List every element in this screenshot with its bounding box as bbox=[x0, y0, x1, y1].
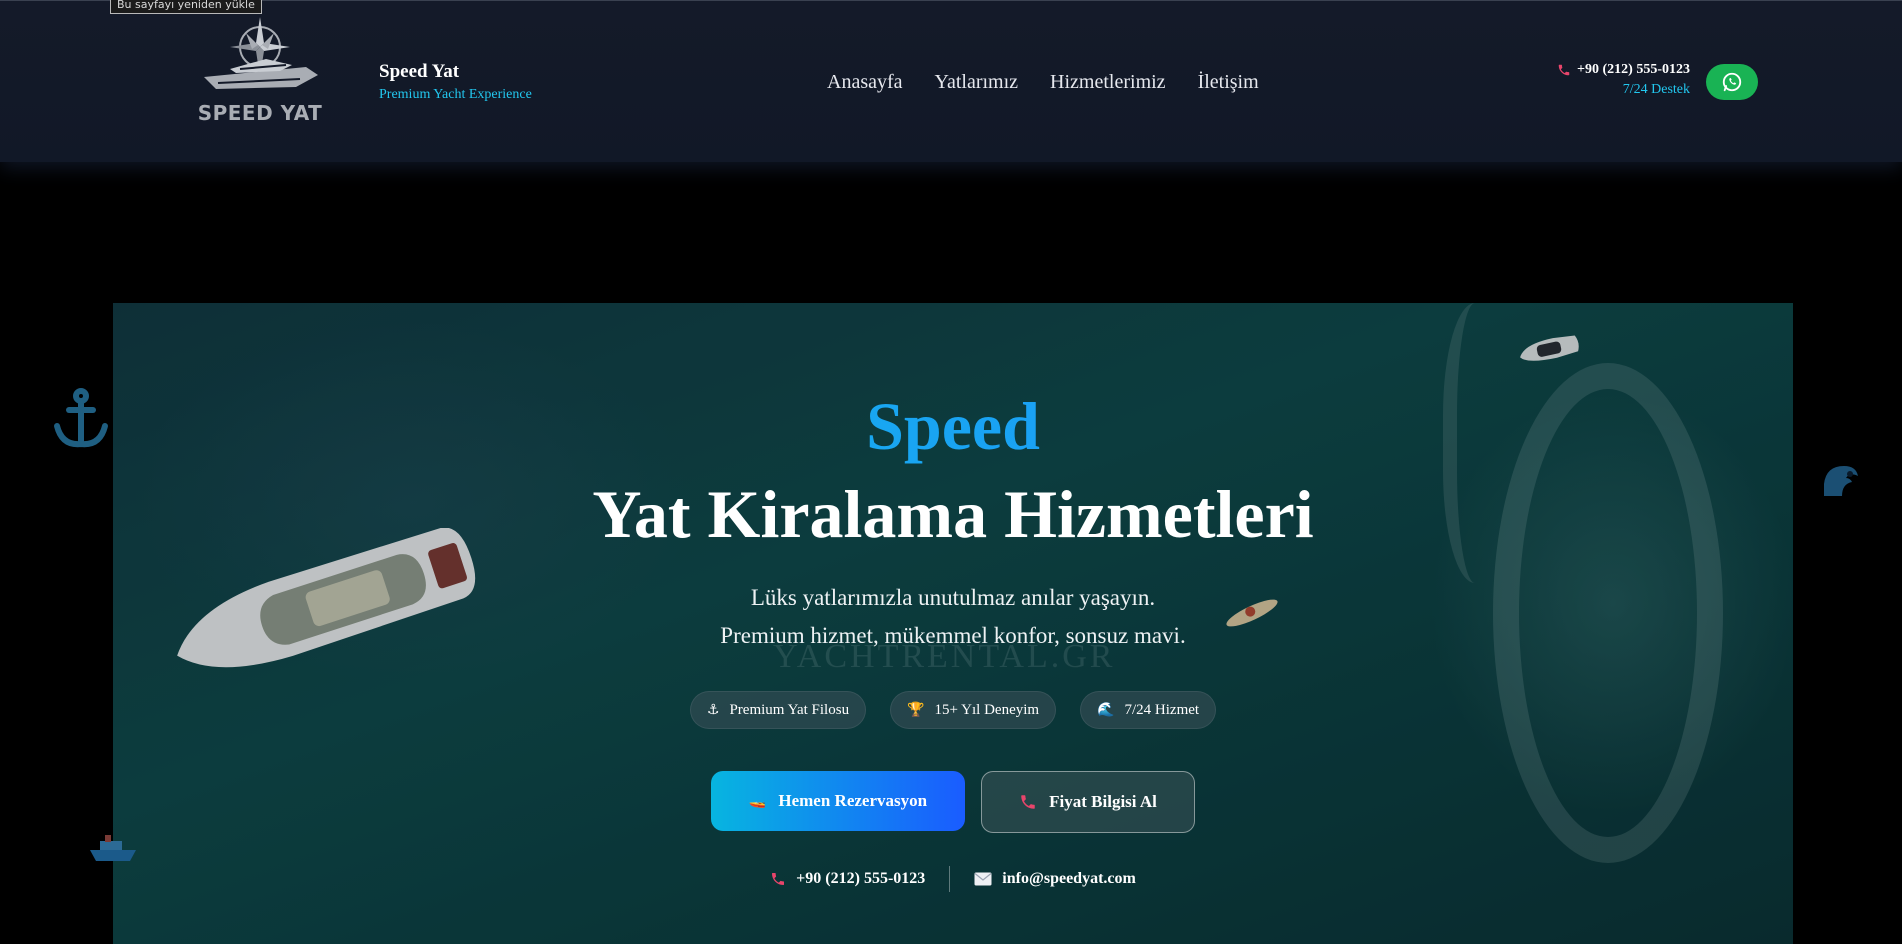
site-logo[interactable]: SPEED YAT bbox=[196, 15, 324, 127]
speedboat-icon: 🚤 bbox=[748, 793, 767, 809]
whatsapp-icon bbox=[1722, 72, 1742, 92]
site-header: SPEED YAT Speed Yat Premium Yacht Experi… bbox=[0, 0, 1902, 162]
price-info-button[interactable]: Fiyat Bilgisi Al bbox=[981, 771, 1195, 833]
badge-label: Premium Yat Filosu bbox=[729, 701, 850, 718]
anchor-decor-icon bbox=[54, 388, 108, 448]
hero-phone-link[interactable]: +90 (212) 555-0123 bbox=[770, 870, 925, 888]
brand-tagline: Premium Yacht Experience bbox=[379, 87, 532, 102]
header-phone-number: +90 (212) 555-0123 bbox=[1577, 62, 1690, 77]
hero-subtitle-line-1: Lüks yatlarımızla unutulmaz anılar yaşay… bbox=[750, 585, 1156, 610]
brand-name[interactable]: Speed Yat bbox=[379, 61, 459, 83]
ship-decor-icon bbox=[90, 835, 136, 861]
anchor-icon: ⚓ bbox=[706, 702, 720, 718]
nav-contact[interactable]: İletişim bbox=[1198, 71, 1259, 94]
header-phone-link[interactable]: +90 (212) 555-0123 bbox=[1557, 62, 1690, 78]
logo-wordmark: SPEED YAT bbox=[197, 101, 323, 125]
badge-service: 🌊 7/24 Hizmet bbox=[1080, 691, 1217, 729]
nav-yachts[interactable]: Yatlarımız bbox=[935, 71, 1019, 94]
badge-label: 7/24 Hizmet bbox=[1124, 701, 1200, 718]
badge-experience: 🏆 15+ Yıl Deneyim bbox=[890, 691, 1057, 729]
wave-decor-icon bbox=[1824, 466, 1858, 496]
hero-section: YACHTRENTAL.GR Speed Yat Kiralama Hizmet… bbox=[113, 303, 1793, 944]
reload-tooltip: Bu sayfayı yeniden yükle bbox=[110, 0, 262, 14]
reservation-button[interactable]: 🚤 Hemen Rezervasyon bbox=[711, 771, 965, 831]
phone-icon bbox=[1558, 64, 1570, 76]
header-contact: +90 (212) 555-0123 7/24 Destek bbox=[1557, 62, 1690, 98]
trophy-icon: 🏆 bbox=[907, 702, 925, 718]
hero-contacts: +90 (212) 555-0123 info@speedyat.com bbox=[113, 866, 1793, 892]
hero-cta-group: 🚤 Hemen Rezervasyon Fiyat Bilgisi Al bbox=[113, 771, 1793, 833]
hero-badges: ⚓ Premium Yat Filosu 🏆 15+ Yıl Deneyim 🌊… bbox=[113, 691, 1793, 729]
wave-icon: 🌊 bbox=[1097, 702, 1115, 718]
hero-email-address: info@speedyat.com bbox=[1002, 870, 1136, 887]
badge-label: 15+ Yıl Deneyim bbox=[934, 701, 1040, 718]
contact-divider bbox=[949, 866, 951, 892]
hero-title-accent: Speed bbox=[113, 387, 1793, 466]
phone-icon bbox=[772, 873, 785, 885]
hero-phone-number: +90 (212) 555-0123 bbox=[796, 870, 926, 887]
phone-icon bbox=[1021, 795, 1035, 809]
hero-email-link[interactable]: info@speedyat.com bbox=[974, 870, 1136, 888]
hero-title: Yat Kiralama Hizmetleri bbox=[592, 476, 1314, 552]
reservation-button-label: Hemen Rezervasyon bbox=[778, 791, 928, 810]
hero-subtitle-line-2: Premium hizmet, mükemmel konfor, sonsuz … bbox=[720, 623, 1186, 648]
compass-yacht-logo-icon bbox=[204, 17, 318, 89]
nav-home[interactable]: Anasayfa bbox=[827, 71, 903, 94]
envelope-icon bbox=[974, 872, 992, 886]
nav-services[interactable]: Hizmetlerimiz bbox=[1050, 71, 1166, 94]
whatsapp-button[interactable] bbox=[1706, 64, 1758, 100]
badge-premium-fleet: ⚓ Premium Yat Filosu bbox=[689, 691, 867, 729]
support-label: 7/24 Destek bbox=[1622, 82, 1690, 97]
price-info-button-label: Fiyat Bilgisi Al bbox=[1049, 792, 1157, 811]
main-nav: Anasayfa Yatlarımız Hizmetlerimiz İletiş… bbox=[827, 71, 1259, 94]
